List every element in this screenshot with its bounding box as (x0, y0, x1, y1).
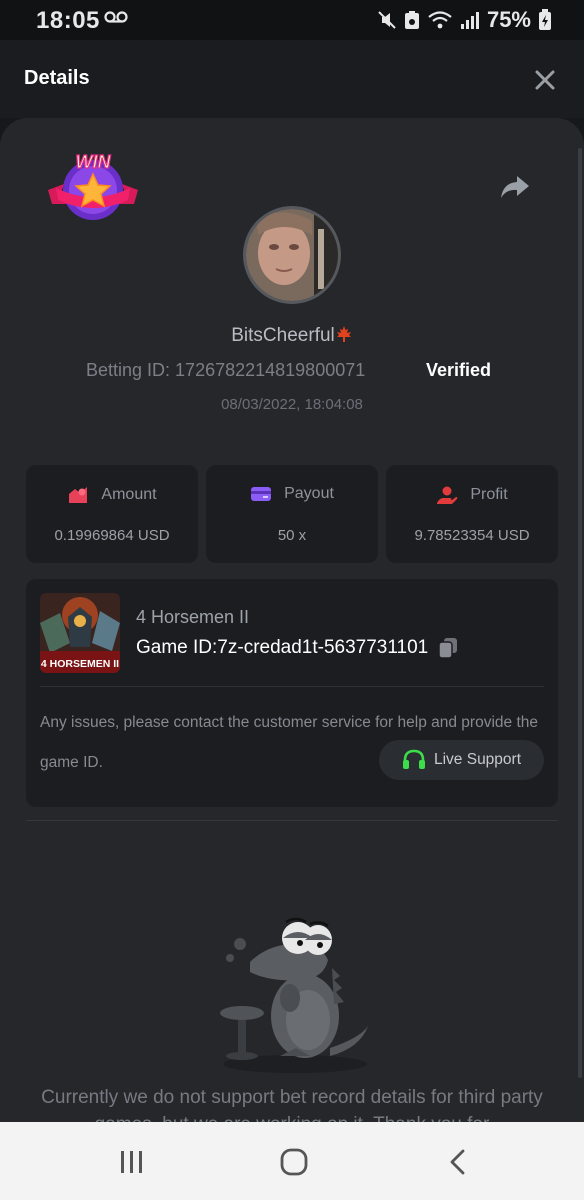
close-icon[interactable] (534, 69, 556, 91)
battery-charging-icon (539, 9, 551, 30)
game-id: Game ID:7z-credad1t-5637731101 (136, 637, 429, 658)
payout-card: Payout 50 x (206, 465, 378, 563)
betting-id: Betting ID: 1726782214819800071 (86, 360, 366, 380)
payout-label: Payout (284, 485, 334, 502)
recent-apps-icon[interactable] (117, 1148, 147, 1176)
mute-icon (378, 11, 396, 29)
amount-label: Amount (101, 486, 157, 503)
username: BitsCheerful (0, 325, 584, 347)
live-support-label: Live Support (433, 751, 522, 768)
headset-icon (402, 749, 425, 769)
voicemail-icon (104, 11, 128, 23)
game-id-row: Game ID:7z-credad1t-5637731101 (136, 637, 458, 659)
bet-datetime: 08/03/2022, 18:04:08 (221, 396, 363, 413)
profit-value: 9.78523354 USD (414, 527, 530, 544)
profit-label: Profit (470, 486, 508, 503)
page-title: Details (24, 67, 90, 89)
back-icon[interactable] (443, 1148, 473, 1176)
amount-icon (69, 487, 88, 503)
amount-card: Amount 0.19969864 USD (26, 465, 198, 563)
storage-icon (404, 11, 419, 29)
profit-icon (437, 486, 458, 504)
maple-leaf-icon (336, 326, 351, 342)
share-icon[interactable] (500, 174, 530, 200)
win-badge-icon: WIN (48, 151, 138, 220)
game-name: 4 Horsemen II (136, 607, 250, 627)
status-time: 18:05 (36, 7, 100, 34)
home-icon[interactable] (279, 1148, 309, 1176)
bet-details-sheet: WIN BitsCheerful Betting ID: 17267822148… (0, 118, 584, 1128)
payout-icon (251, 487, 272, 501)
section-divider (26, 820, 558, 821)
system-nav-bar (0, 1122, 584, 1200)
payout-value: 50 x (277, 527, 307, 544)
dinosaur-mascot-illustration (220, 917, 368, 1073)
win-badge-text: WIN (76, 152, 112, 172)
status-bar: 18:05 75% (0, 0, 584, 40)
signal-icon (460, 12, 479, 29)
live-support-button[interactable]: Live Support (379, 740, 544, 780)
divider (40, 686, 544, 687)
details-header: Details (0, 40, 584, 118)
battery-level: 75% (486, 7, 531, 32)
profit-card: Profit 9.78523354 USD (386, 465, 558, 563)
wifi-icon (428, 11, 452, 29)
amount-value: 0.19969864 USD (54, 527, 170, 544)
avatar (243, 206, 341, 304)
copy-icon[interactable] (438, 637, 458, 659)
avatar-photo (246, 209, 338, 301)
scrollbar[interactable] (578, 148, 582, 1078)
game-card: 4 HORSEMEN II 4 Horsemen II Game ID:7z-c… (26, 579, 558, 807)
game-thumb-title: 4 HORSEMEN II (41, 658, 119, 670)
verified-label: Verified (426, 360, 492, 380)
game-thumbnail[interactable]: 4 HORSEMEN II (40, 593, 120, 673)
